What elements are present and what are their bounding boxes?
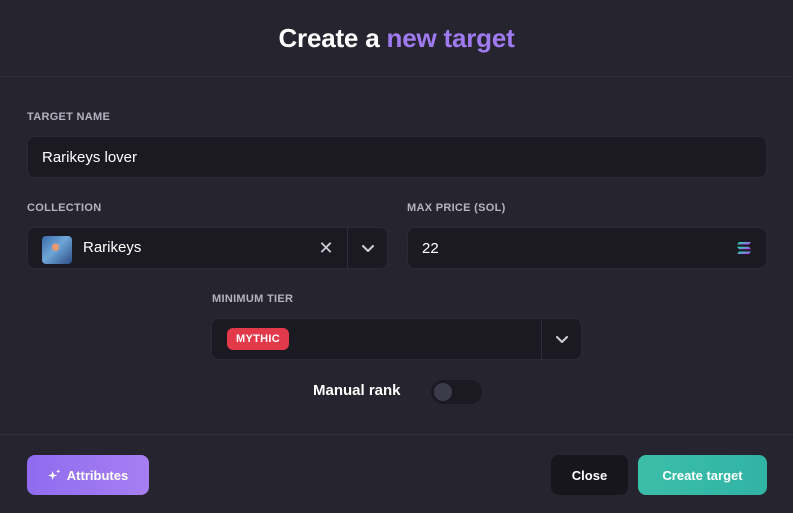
minimum-tier-label: MINIMUM TIER [212,293,294,305]
collection-divider [347,228,348,268]
collection-select[interactable]: Rarikeys ✕ [27,227,388,269]
modal-title: Create a new target [278,23,514,54]
chevron-down-icon[interactable] [555,333,569,347]
minimum-tier-select[interactable]: MYTHIC [211,318,582,360]
close-button[interactable]: Close [551,455,628,495]
max-price-input[interactable]: 22 [407,227,767,269]
sparkle-icon [47,468,61,480]
collection-label: COLLECTION [27,202,102,214]
target-name-value: Rarikeys lover [42,148,138,166]
create-target-modal: Create a new target TARGET NAME Rarikeys… [0,0,793,513]
create-target-button[interactable]: Create target [638,455,767,495]
create-target-button-label: Create target [662,467,743,483]
max-price-value: 22 [422,239,439,257]
collection-thumbnail [42,236,72,264]
clear-icon[interactable]: ✕ [318,237,334,259]
collection-value: Rarikeys [83,239,142,256]
target-name-input[interactable]: Rarikeys lover [27,136,767,178]
tier-divider [541,319,542,359]
target-name-label: TARGET NAME [27,111,111,123]
manual-rank-toggle[interactable] [431,380,482,404]
solana-icon [737,242,751,254]
close-button-label: Close [571,467,608,483]
footer-divider [0,434,793,435]
attributes-button[interactable]: Attributes [27,455,149,495]
toggle-knob [434,383,452,401]
title-prefix: Create a [278,22,380,53]
max-price-label: MAX PRICE (SOL) [407,202,506,214]
attributes-button-label: Attributes [66,467,129,483]
tier-badge: MYTHIC [227,328,289,350]
chevron-down-icon[interactable] [361,242,375,256]
title-accent: new target [386,22,515,53]
modal-header: Create a new target [0,0,793,77]
manual-rank-label: Manual rank [313,382,401,399]
